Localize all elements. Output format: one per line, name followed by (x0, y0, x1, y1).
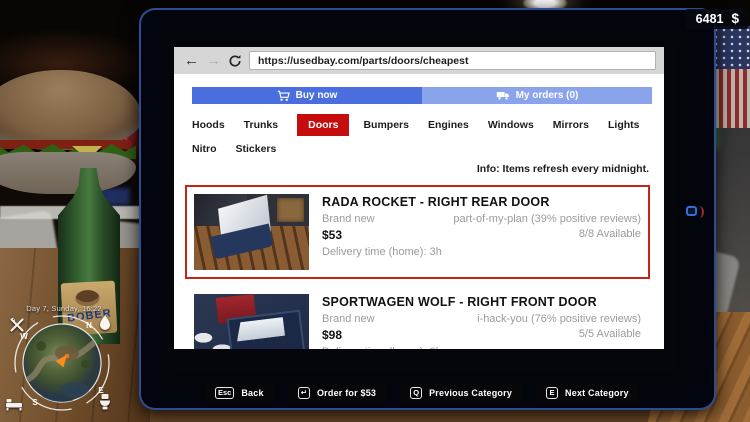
tab-buy-now[interactable]: Buy now (192, 87, 422, 104)
product-delivery: Delivery time (home): 3h (322, 246, 442, 258)
url-bar[interactable]: https://usedbay.com/parts/doors/cheapest (249, 51, 656, 70)
category-hoods[interactable]: Hoods (192, 119, 225, 131)
info-note: Info: Items refresh every midnight. (174, 163, 649, 175)
tablet-home-button[interactable] (686, 206, 697, 216)
money-hud: 6481 $ (686, 9, 748, 29)
shop-tabs: Buy now My orders (0) (192, 87, 652, 104)
category-trunks[interactable]: Trunks (244, 119, 278, 131)
game-screen: BOBER 6481 $ ← → (0, 0, 750, 422)
enter-key-icon: ↵ (298, 387, 310, 399)
category-mirrors[interactable]: Mirrors (553, 119, 589, 131)
product-condition: Brand new (322, 313, 375, 325)
hotkey-next-label: Next Category (565, 388, 629, 398)
truck-icon (496, 90, 510, 101)
product-price: $53 (322, 228, 342, 242)
product-seller: part-of-my-plan (39% positive reviews) (453, 213, 641, 225)
category-doors[interactable]: Doors (297, 114, 349, 136)
esc-key-icon: Esc (215, 387, 234, 399)
product-title: SPORTWAGEN WOLF - RIGHT FRONT DOOR (322, 295, 641, 309)
hotkey-next-category[interactable]: E Next Category (536, 383, 639, 403)
category-nitro[interactable]: Nitro (192, 143, 217, 155)
product-thumbnail (194, 194, 309, 270)
product-price: $98 (322, 328, 342, 342)
product-availability: 5/5 Available (579, 328, 641, 342)
product-availability: 8/8 Available (579, 228, 641, 242)
cart-icon (277, 90, 290, 102)
product-row-sportwagen-wolf[interactable]: SPORTWAGEN WOLF - RIGHT FRONT DOOR Brand… (185, 285, 650, 349)
hotkey-order-label: Order for $53 (317, 388, 376, 398)
compass-s: S (32, 398, 38, 407)
thumb-cardboard (277, 198, 304, 222)
category-lights[interactable]: Lights (608, 119, 640, 131)
product-title: RADA ROCKET - RIGHT REAR DOOR (322, 195, 641, 209)
hotkey-back-label: Back (241, 388, 263, 398)
hunger-icon (8, 316, 26, 334)
browser-toolbar: ← → https://usedbay.com/parts/doors/chea… (174, 47, 664, 74)
e-key-icon: E (546, 387, 558, 399)
product-row-rada-rocket[interactable]: RADA ROCKET - RIGHT REAR DOOR Brand new … (185, 185, 650, 279)
back-nav-icon[interactable]: ← (184, 53, 199, 68)
toilet-icon (97, 393, 113, 412)
hotkey-previous-category[interactable]: Q Previous Category (400, 383, 522, 403)
product-thumbnail (194, 294, 309, 349)
url-text: https://usedbay.com/parts/doors/cheapest (258, 55, 468, 67)
hotkey-bar: Esc Back ↵ Order for $53 Q Previous Cate… (205, 383, 639, 403)
category-row-1: Hoods Trunks Doors Bumpers Engines Windo… (192, 113, 664, 137)
tab-my-orders[interactable]: My orders (0) (422, 87, 652, 104)
thirst-icon (97, 314, 113, 332)
flag-stripes (711, 69, 750, 128)
category-stickers[interactable]: Stickers (236, 143, 277, 155)
money-amount: 6481 (696, 12, 724, 26)
minimap-hud: Day 7, Sunday, 16:22 (0, 296, 135, 422)
q-key-icon: Q (410, 387, 422, 399)
category-engines[interactable]: Engines (428, 119, 469, 131)
hotkey-previous-label: Previous Category (429, 388, 512, 398)
tablet: ← → https://usedbay.com/parts/doors/chea… (139, 8, 716, 410)
sleep-icon (5, 396, 23, 411)
american-flag (711, 26, 750, 128)
product-info: SPORTWAGEN WOLF - RIGHT FRONT DOOR Brand… (322, 294, 641, 349)
category-windows[interactable]: Windows (488, 119, 534, 131)
product-info: RADA ROCKET - RIGHT REAR DOOR Brand new … (322, 194, 641, 270)
flag-star-field (711, 26, 750, 69)
hotkey-back[interactable]: Esc Back (205, 383, 274, 403)
category-bumpers[interactable]: Bumpers (363, 119, 409, 131)
hotkey-order[interactable]: ↵ Order for $53 (288, 383, 386, 403)
thumb-door-window (234, 317, 285, 341)
category-row-2: Nitro Stickers (192, 138, 664, 160)
refresh-icon[interactable] (228, 54, 242, 68)
shop-page: Buy now My orders (0) Hoods Trunks D (174, 74, 664, 349)
tab-buy-now-label: Buy now (296, 90, 338, 101)
forward-nav-icon[interactable]: → (206, 53, 221, 68)
browser-window: ← → https://usedbay.com/parts/doors/chea… (174, 47, 664, 349)
currency-symbol: $ (731, 11, 739, 26)
product-delivery: Delivery time (home): 3h (322, 346, 442, 350)
tab-my-orders-label: My orders (0) (516, 90, 579, 101)
compass-n: N (86, 321, 92, 330)
product-condition: Brand new (322, 213, 375, 225)
product-seller: i-hack-you (76% positive reviews) (477, 313, 641, 325)
